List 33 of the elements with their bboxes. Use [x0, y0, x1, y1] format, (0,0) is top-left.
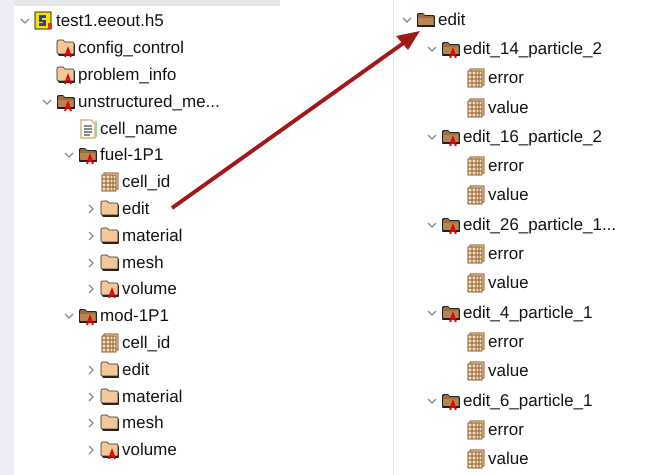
tree-item[interactable]: error [488, 244, 524, 264]
tree-item[interactable]: cell_id [122, 332, 170, 353]
tree-item[interactable]: edit_14_particle_2 [463, 38, 602, 59]
tree-item[interactable]: cell_name [100, 118, 178, 139]
tree-item[interactable]: volume [122, 279, 177, 300]
tree-item[interactable]: mesh [122, 413, 164, 434]
tree-item[interactable]: value [488, 449, 529, 470]
tree-item[interactable]: edit_26_particle_1... [463, 214, 616, 235]
tree-item[interactable]: edit_4_particle_1 [463, 302, 592, 323]
tree-item[interactable]: config_control [78, 38, 184, 58]
tree-item[interactable]: edit_16_particle_2 [463, 126, 602, 147]
tree-item[interactable]: edit [438, 10, 466, 30]
tree-item[interactable]: edit [122, 198, 150, 219]
tree-item[interactable]: mod-1P1 [100, 306, 169, 326]
tree-item[interactable]: problem_info [78, 64, 176, 85]
tree-item[interactable]: error [488, 420, 524, 440]
tree-item[interactable]: fuel-1P1 [100, 145, 164, 166]
tree-item[interactable]: value [488, 98, 529, 118]
tree-item[interactable]: value [488, 273, 529, 294]
tree-item[interactable]: unstructured_me... [78, 92, 220, 112]
tree-item[interactable]: error [488, 332, 524, 352]
tree-item[interactable]: volume [122, 440, 177, 460]
tree-item[interactable]: error [488, 156, 524, 176]
tree-item[interactable]: mesh [122, 252, 164, 273]
tree-item[interactable]: test1.eeout.h5 [56, 11, 164, 32]
tree-item[interactable]: value [488, 185, 529, 206]
tree-item[interactable]: error [488, 68, 524, 88]
tree-item[interactable]: material [122, 226, 182, 246]
tree-item[interactable]: edit [122, 360, 150, 380]
tree-item[interactable]: cell_id [122, 172, 170, 192]
tree-item[interactable]: value [488, 361, 529, 382]
tree-item[interactable]: material [122, 386, 182, 407]
tree-item[interactable]: edit_6_particle_1 [463, 390, 592, 410]
